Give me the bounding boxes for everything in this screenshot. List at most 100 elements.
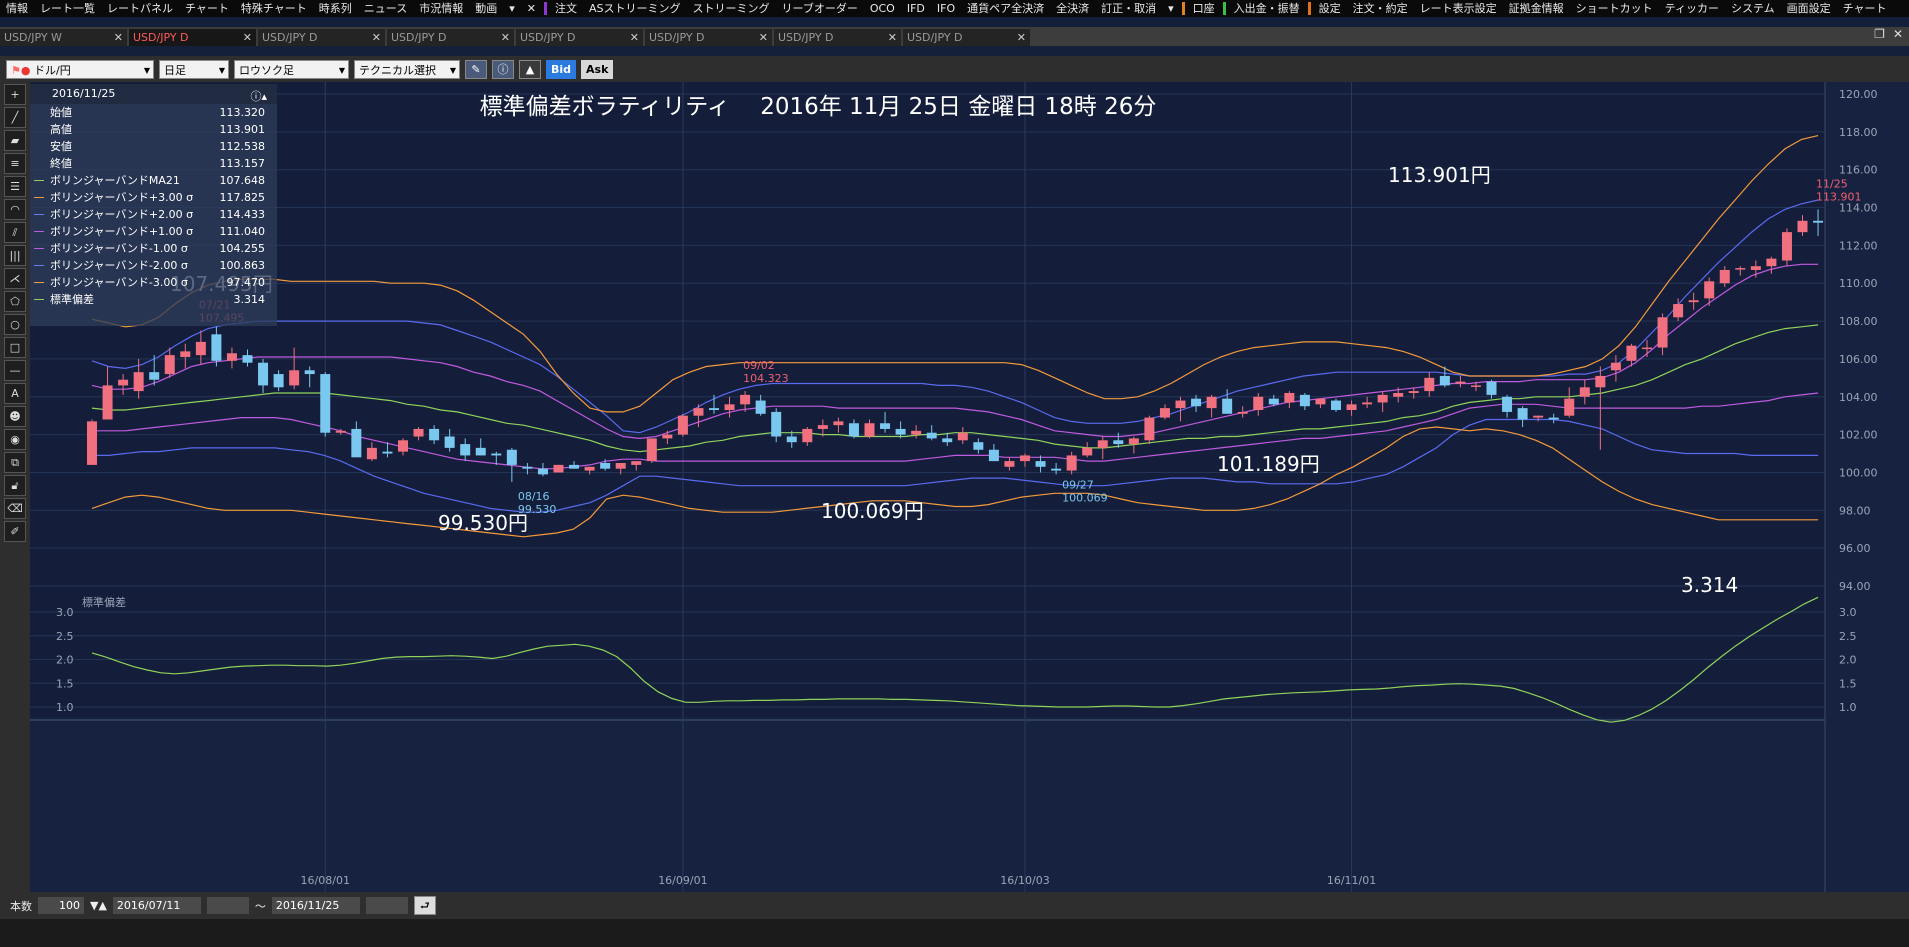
menu-item[interactable]: 通貨ペア全決済	[961, 0, 1050, 17]
eraser-icon[interactable]: ⌫	[4, 498, 26, 519]
to-date-input[interactable]: 2016/11/25	[271, 897, 360, 914]
menu-item[interactable]: 特殊チャート	[235, 0, 313, 17]
chart-tab[interactable]: USD/JPY D ✕	[774, 29, 901, 46]
tab-close-icon[interactable]: ✕	[114, 29, 123, 46]
chart-tab[interactable]: USD/JPY D ✕	[903, 29, 1030, 46]
pentagon-icon[interactable]: ⬠	[4, 291, 26, 312]
menu-item[interactable]: レート一覧	[34, 0, 101, 17]
menu-item[interactable]: チャート	[179, 0, 235, 17]
crosshair-icon[interactable]: +	[4, 84, 26, 105]
tab-close-icon[interactable]: ✕	[759, 29, 768, 46]
eraser-all-icon[interactable]: ✐	[4, 521, 26, 542]
menu-item[interactable]: 口座	[1187, 0, 1221, 17]
menu-item[interactable]: ニュース	[358, 0, 413, 17]
channel-icon[interactable]: ⫽	[4, 222, 26, 243]
bar-count-input[interactable]: 100	[38, 897, 84, 914]
menu-item[interactable]: 設定	[1313, 0, 1347, 17]
menu-item[interactable]: 注文	[549, 0, 583, 17]
trendline-icon[interactable]: ╱	[4, 107, 26, 128]
menu-item[interactable]: システム	[1725, 0, 1781, 17]
info-icon[interactable]: ⓘ	[492, 59, 514, 79]
technical-select[interactable]: テクニカル選択	[354, 59, 460, 80]
menu-item[interactable]: チャート	[1837, 0, 1893, 17]
menu-item[interactable]: 全決済	[1050, 0, 1095, 17]
bid-toggle[interactable]: Bid	[546, 59, 577, 79]
from-time-input[interactable]	[206, 897, 249, 914]
menu-item[interactable]: リーブオーダー	[776, 0, 864, 17]
main-menu-bar: 情報 レート一覧 レートパネル チャート 特殊チャート 時系列 ニュース 市況情報 動画 ▾ ✕ 注文…	[0, 0, 1909, 17]
circle-icon[interactable]: ○	[4, 314, 26, 335]
horizontal-lines-icon[interactable]: ≡	[4, 153, 26, 174]
tab-close-icon[interactable]: ✕	[501, 29, 510, 46]
copy-icon[interactable]: ⧉	[4, 452, 26, 473]
menu-item[interactable]: ティッカー	[1659, 0, 1725, 17]
menu-item[interactable]: ASストリーミング	[583, 0, 687, 17]
candle-body	[786, 436, 797, 443]
menu-item[interactable]: 情報	[0, 0, 34, 17]
bar-count-stepper-icon[interactable]: ▼▲	[90, 899, 107, 912]
chart-tab[interactable]: USD/JPY D ✕	[645, 29, 772, 46]
menu-item[interactable]: 証拠金情報	[1503, 0, 1570, 17]
candle-body	[133, 372, 144, 392]
pitchfork-icon[interactable]: ⋌	[4, 268, 26, 289]
menu-item[interactable]: 訂正・取消	[1095, 0, 1162, 17]
chart-tab[interactable]: USD/JPY D ✕	[129, 29, 256, 46]
chart-tab[interactable]: USD/JPY D ✕	[516, 29, 643, 46]
arc-icon[interactable]: ◠	[4, 199, 26, 220]
close-icon[interactable]: ✕	[1893, 27, 1903, 41]
icon-tool-icon[interactable]: ☻	[4, 406, 26, 427]
to-time-input[interactable]	[365, 897, 408, 914]
tab-close-icon[interactable]: ✕	[888, 29, 897, 46]
tab-close-icon[interactable]: ✕	[1017, 29, 1026, 46]
menu-item[interactable]: 時系列	[313, 0, 358, 17]
period-select[interactable]: 日足	[159, 59, 229, 80]
ask-toggle[interactable]: Ask	[581, 59, 614, 79]
menu-item[interactable]: ✕	[521, 0, 542, 17]
menu-item[interactable]: IFD	[901, 0, 931, 17]
restore-icon[interactable]: ❐	[1874, 27, 1885, 41]
tab-close-icon[interactable]: ✕	[630, 29, 639, 46]
info-panel-collapse-icon[interactable]: ⓘ▴	[250, 87, 267, 107]
chart-tab[interactable]: USD/JPY D ✕	[258, 29, 385, 46]
rectangle-icon[interactable]: □	[4, 337, 26, 358]
menu-item[interactable]: 入出金・振替	[1228, 0, 1306, 17]
candle-body	[1781, 232, 1792, 261]
menu-item[interactable]: 市況情報	[413, 0, 469, 17]
lock-icon[interactable]: 🔓︎	[4, 475, 26, 496]
menu-item[interactable]: 注文・約定	[1347, 0, 1414, 17]
candle-body	[1642, 347, 1652, 350]
menu-item[interactable]: 動画	[469, 0, 503, 17]
reload-button[interactable]: ⮐	[413, 896, 436, 915]
menu-item[interactable]: レート表示設定	[1414, 0, 1503, 17]
chart-type-select[interactable]: ロウソク足	[234, 59, 349, 80]
vertical-lines-icon[interactable]: |||	[4, 245, 26, 266]
menu-item[interactable]: ショートカット	[1570, 0, 1659, 17]
currency-pair-select[interactable]: ⚑● ドル/円	[6, 59, 154, 80]
menu-item[interactable]: OCO	[864, 0, 901, 17]
candle-body	[366, 447, 377, 460]
chart-tab[interactable]: USD/JPY W ✕	[0, 29, 127, 46]
price-chart[interactable]: 120.00 118.00 116.00 114.00 112.00 110.00 108.…	[30, 82, 1909, 892]
menu-item[interactable]: ストリーミング	[687, 0, 776, 17]
ruler-icon[interactable]: ▰	[4, 130, 26, 151]
stddev-last-callout: 3.314	[1681, 573, 1738, 597]
chart-tab-label: USD/JPY D	[778, 31, 834, 44]
text-icon[interactable]: A	[4, 383, 26, 404]
menu-item[interactable]: IFO	[931, 0, 961, 17]
fibonacci-icon[interactable]: ☰	[4, 176, 26, 197]
chart-tab[interactable]: USD/JPY D ✕	[387, 29, 514, 46]
area-chart-icon[interactable]: ▲	[519, 59, 541, 79]
menu-item[interactable]: 画面設定	[1781, 0, 1837, 17]
menu-item[interactable]: ▾	[1162, 0, 1180, 17]
candle-body	[880, 423, 891, 429]
pen-icon[interactable]: ✎	[465, 59, 487, 79]
tab-close-icon[interactable]: ✕	[372, 29, 381, 46]
menu-item[interactable]: レートパネル	[101, 0, 179, 17]
hline-icon[interactable]: —	[4, 360, 26, 381]
from-date-input[interactable]: 2016/07/11	[112, 897, 201, 914]
candle-body	[1082, 447, 1093, 456]
info-row: ボリンジャーバンドMA21 107.648	[30, 172, 277, 189]
camera-icon[interactable]: ◉	[4, 429, 26, 450]
tab-close-icon[interactable]: ✕	[243, 29, 252, 46]
menu-item[interactable]: ▾	[503, 0, 521, 17]
